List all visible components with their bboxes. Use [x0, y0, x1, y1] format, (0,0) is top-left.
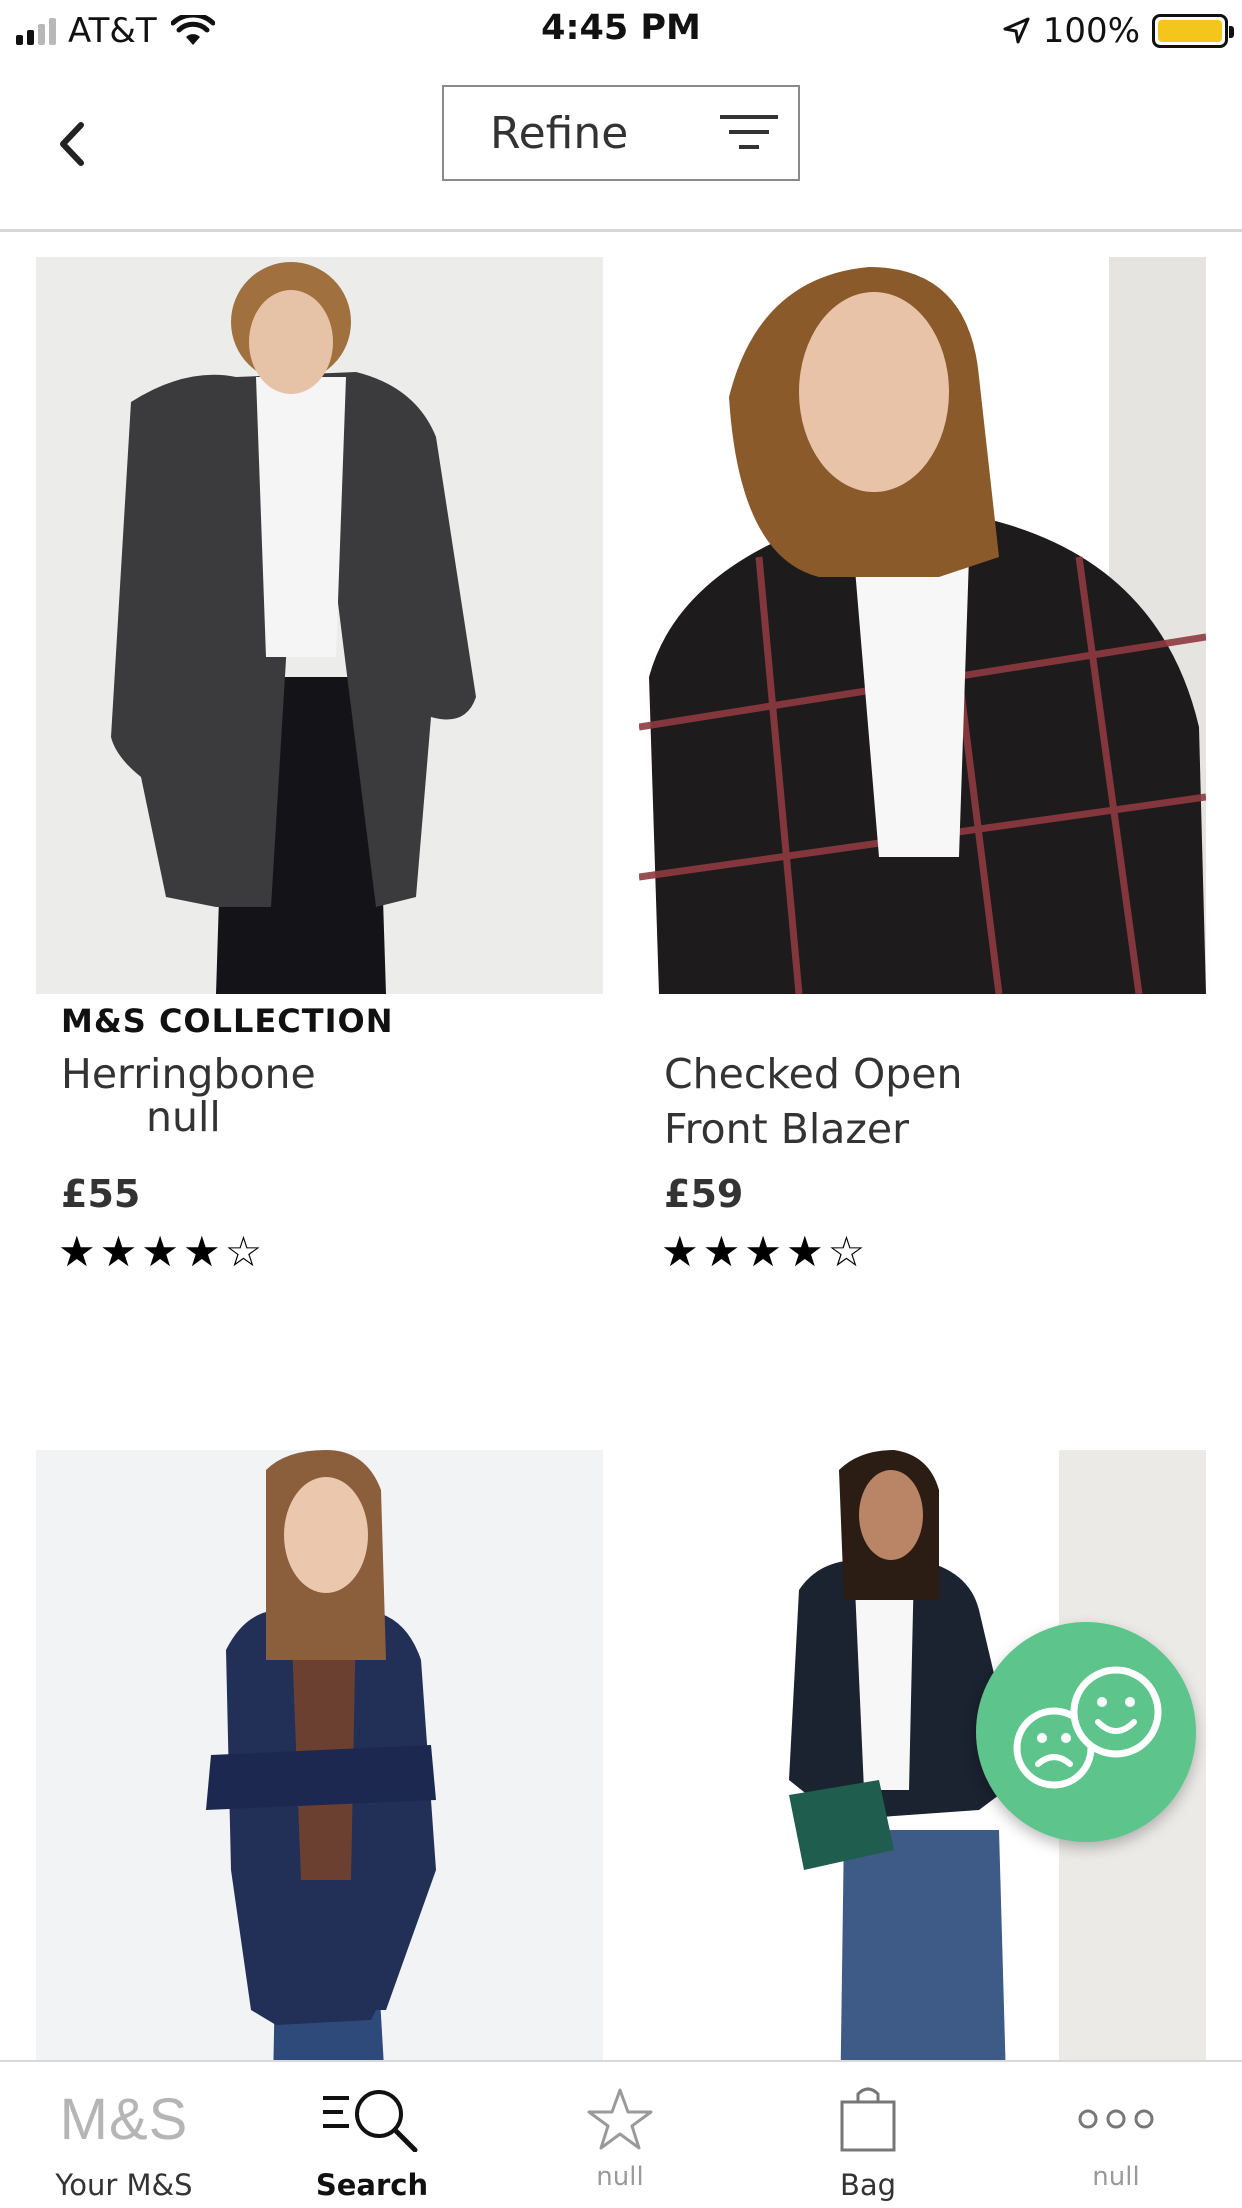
- tab-label: Bag: [839, 2168, 897, 2202]
- star-icon: [496, 2082, 744, 2156]
- tab-label: Search: [315, 2168, 429, 2202]
- tab-label: Your M&S: [55, 2168, 193, 2202]
- product-brand: M&S COLLECTION: [61, 1002, 394, 1040]
- product-price: £59: [664, 1172, 744, 1216]
- feedback-faces-icon: [1013, 1666, 1162, 1789]
- bag-icon: [744, 2082, 992, 2156]
- feedback-button[interactable]: [976, 1622, 1196, 1842]
- refine-button[interactable]: Refine: [442, 85, 800, 181]
- product-name-line2: null: [146, 1093, 221, 1141]
- tab-bag[interactable]: Bag: [744, 2062, 992, 2208]
- rating-stars: ★★★★☆: [661, 1227, 870, 1276]
- chevron-left-icon: [60, 122, 84, 166]
- ms-logo-icon: M&S: [0, 2082, 248, 2156]
- rating-stars: ★★★★☆: [58, 1227, 267, 1276]
- product-photo-herringbone-jacket: [36, 257, 603, 994]
- status-right: 100%: [1001, 10, 1234, 52]
- back-button[interactable]: [40, 112, 104, 176]
- product-name-line2: Front Blazer: [664, 1105, 909, 1153]
- more-icon: [992, 2082, 1240, 2156]
- search-icon: [248, 2082, 496, 2156]
- tab-label: null: [1092, 2162, 1140, 2192]
- tab-search[interactable]: Search: [248, 2062, 496, 2208]
- product-card[interactable]: Checked Open Front Blazer £59 ★★★★☆: [639, 257, 1206, 1357]
- tab-star[interactable]: null: [496, 2062, 744, 2208]
- ms-logo-text: M&S: [59, 2086, 189, 2152]
- battery-percent: 100%: [1042, 11, 1140, 51]
- tab-your-ms[interactable]: M&S Your M&S: [0, 2062, 248, 2208]
- screen: AT&T 4:45 PM 100% Refine M&S COLLECTION …: [0, 0, 1242, 2208]
- filter-lines-icon: [720, 115, 778, 149]
- product-price: £55: [61, 1172, 141, 1216]
- location-arrow-icon: [1003, 17, 1030, 44]
- product-image[interactable]: [36, 257, 603, 994]
- refine-label: Refine: [490, 107, 629, 159]
- battery-icon: [1152, 14, 1234, 48]
- header: Refine: [0, 62, 1242, 232]
- product-card[interactable]: M&S COLLECTION Herringbone null £55 ★★★★…: [36, 257, 603, 1357]
- tab-label: null: [596, 2162, 644, 2192]
- tab-more[interactable]: null: [992, 2062, 1240, 2208]
- product-name-line1: Checked Open: [664, 1050, 963, 1098]
- status-bar: AT&T 4:45 PM 100%: [0, 0, 1242, 62]
- product-photo-checked-blazer: [639, 257, 1206, 994]
- bottom-tab-bar: M&S Your M&S Search null Bag null: [0, 2060, 1242, 2208]
- product-image[interactable]: [639, 257, 1206, 994]
